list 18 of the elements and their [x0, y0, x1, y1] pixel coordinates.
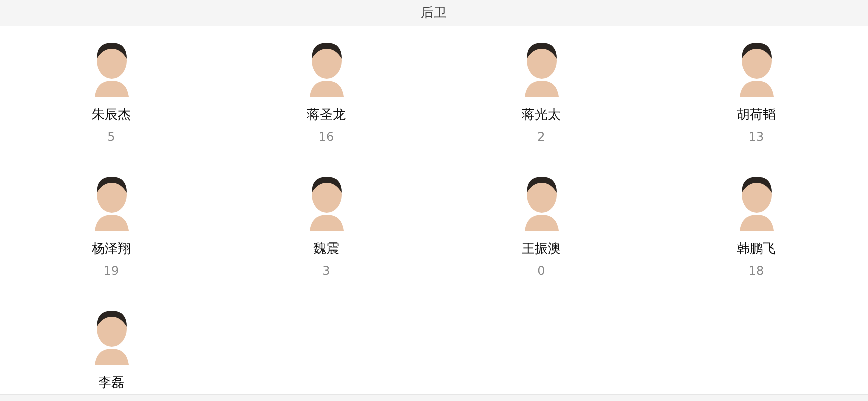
player-number: 3	[322, 264, 330, 278]
section-title: 后卫	[0, 0, 868, 26]
player-number: 5	[108, 130, 116, 144]
player-name: 魏震	[314, 241, 340, 259]
player-number: 18	[748, 264, 764, 278]
player-name: 蒋光太	[522, 107, 561, 125]
player-name: 李磊	[98, 375, 124, 393]
player-number: 19	[104, 264, 120, 278]
player-name: 朱辰杰	[92, 107, 131, 125]
player-number: 16	[318, 130, 334, 144]
player-name: 胡荷韬	[737, 107, 776, 125]
player-name: 韩鹏飞	[737, 241, 776, 259]
player-name: 杨泽翔	[92, 241, 131, 259]
player-number: 13	[748, 130, 764, 144]
player-number: 0	[538, 264, 546, 278]
player-number: 2	[538, 130, 546, 144]
player-name: 王振澳	[522, 241, 561, 259]
player-name: 蒋圣龙	[307, 107, 346, 125]
